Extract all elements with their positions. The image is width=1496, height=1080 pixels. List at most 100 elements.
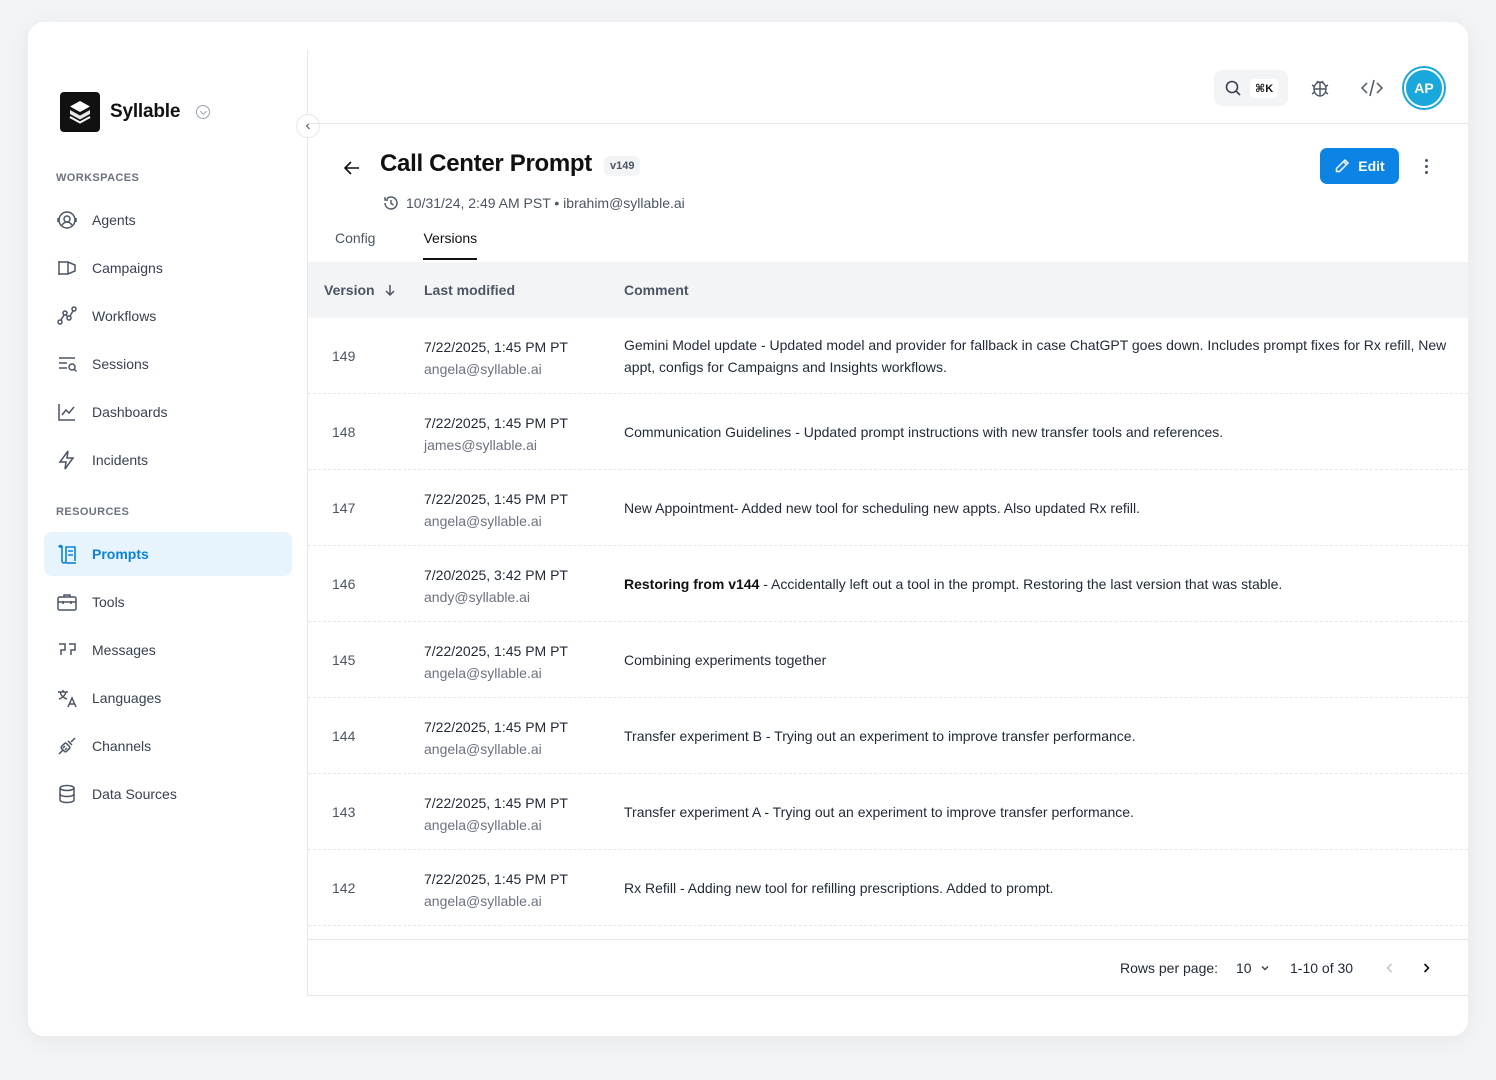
avatar[interactable]: AP xyxy=(1404,68,1444,108)
sidebar-item-label: Workflows xyxy=(92,308,157,324)
last-modified-cell: 7/22/2025, 1:45 PM PT angela@syllable.ai xyxy=(424,336,568,380)
edit-button[interactable]: Edit xyxy=(1320,148,1399,184)
modified-by-email: andy@syllable.ai xyxy=(424,589,531,605)
version-cell: 149 xyxy=(332,348,356,364)
plug-icon xyxy=(56,735,78,757)
modified-by-email: angela@syllable.ai xyxy=(424,361,542,377)
sidebar-item-incidents[interactable]: Incidents xyxy=(44,438,292,482)
comment-text: New Appointment- Added new tool for sche… xyxy=(624,500,1140,516)
modified-date: 7/22/2025, 1:45 PM PT xyxy=(424,643,568,659)
table-row[interactable]: 149 7/22/2025, 1:45 PM PT angela@syllable.… xyxy=(308,318,1468,394)
resources-label: RESOURCES xyxy=(56,506,130,518)
previous-page-button[interactable] xyxy=(1378,956,1402,980)
sidebar-item-campaigns[interactable]: Campaigns xyxy=(44,246,292,290)
version-cell: 144 xyxy=(332,728,356,744)
sidebar-item-workflows[interactable]: Workflows xyxy=(44,294,292,338)
comment-text: Combining experiments together xyxy=(624,652,827,668)
edit-label: Edit xyxy=(1358,158,1385,174)
table-row[interactable]: 148 7/22/2025, 1:45 PM PT james@syllable.a… xyxy=(308,394,1468,470)
column-header-version[interactable]: Version xyxy=(324,282,397,298)
chevron-left-icon xyxy=(1386,963,1393,973)
more-options-icon[interactable] xyxy=(1414,154,1438,178)
rows-per-page-value: 10 xyxy=(1236,960,1252,976)
comment-cell: New Appointment- Added new tool for sche… xyxy=(624,470,1454,546)
search-icon xyxy=(1225,80,1241,96)
sidebar-item-sessions[interactable]: Sessions xyxy=(44,342,292,386)
last-modified-cell: 7/20/2025, 3:42 PM PT andy@syllable.ai xyxy=(424,564,568,608)
comment-text: Communication Guidelines - Updated promp… xyxy=(624,424,1224,440)
comment-bold-text: Restoring from v144 xyxy=(624,576,764,592)
comment-cell: Transfer experiment B - Trying out an ex… xyxy=(624,698,1454,774)
brand[interactable]: Syllable xyxy=(60,92,211,132)
search-button[interactable]: ⌘K xyxy=(1214,70,1288,106)
comment-text: - Accidentally left out a tool in the pr… xyxy=(763,576,1283,592)
column-header-last-modified[interactable]: Last modified xyxy=(424,282,515,298)
pagination-bar: Rows per page: 10 1-10 of 30 xyxy=(308,939,1468,996)
chevron-down-icon[interactable] xyxy=(196,105,211,119)
sidebar-item-label: Agents xyxy=(92,212,136,228)
sidebar-item-languages[interactable]: Languages xyxy=(44,676,292,720)
quote-icon xyxy=(56,639,78,661)
modified-by-email: angela@syllable.ai xyxy=(424,513,542,529)
comment-text: Gemini Model update - Updated model and … xyxy=(624,337,1447,375)
comment-text: Rx Refill - Adding new tool for refillin… xyxy=(624,880,1054,896)
modified-date: 7/22/2025, 1:45 PM PT xyxy=(424,491,568,507)
syllable-logo-icon xyxy=(60,92,100,132)
table-row[interactable]: 143 7/22/2025, 1:45 PM PT angela@syllable.… xyxy=(308,774,1468,850)
modified-by-email: james@syllable.ai xyxy=(424,437,538,453)
tab-versions[interactable]: Versions xyxy=(423,224,478,260)
sidebar-item-agents[interactable]: Agents xyxy=(44,198,292,242)
modified-date: 7/22/2025, 1:45 PM PT xyxy=(424,339,568,355)
version-cell: 142 xyxy=(332,880,356,896)
agents-icon xyxy=(56,209,78,231)
sessions-icon xyxy=(56,353,78,375)
bug-icon[interactable] xyxy=(1308,76,1332,100)
column-header-comment[interactable]: Comment xyxy=(624,282,689,298)
comment-cell: Transfer experiment A - Trying out an ex… xyxy=(624,774,1454,850)
comment-cell: Restoring from v144 - Accidentally left … xyxy=(624,546,1454,622)
back-button[interactable] xyxy=(340,156,364,180)
table-row[interactable]: 147 7/22/2025, 1:45 PM PT angela@syllable.… xyxy=(308,470,1468,546)
tab-bar: Config Versions xyxy=(335,224,478,260)
sidebar-item-prompts[interactable]: Prompts xyxy=(44,532,292,576)
pagination-range: 1-10 of 30 xyxy=(1290,960,1354,976)
sidebar-item-data-sources[interactable]: Data Sources xyxy=(44,772,292,816)
last-modified-cell: 7/22/2025, 1:45 PM PT angela@syllable.ai xyxy=(424,488,568,532)
scroll-icon xyxy=(56,543,78,565)
sidebar-item-channels[interactable]: Channels xyxy=(44,724,292,768)
sidebar-item-label: Data Sources xyxy=(92,786,177,802)
bolt-icon xyxy=(56,449,78,471)
comment-cell: Communication Guidelines - Updated promp… xyxy=(624,394,1454,470)
app-window: Syllable WORKSPACES Agents Campaigns Wor… xyxy=(28,22,1468,1036)
next-page-button[interactable] xyxy=(1414,956,1438,980)
rows-per-page-select[interactable]: 10 xyxy=(1236,960,1270,976)
table-row[interactable]: 146 7/20/2025, 3:42 PM PT andy@syllable.ai… xyxy=(308,546,1468,622)
comment-cell: Rx Refill - Adding new tool for refillin… xyxy=(624,850,1454,926)
table-row[interactable]: 144 7/22/2025, 1:45 PM PT angela@syllable.… xyxy=(308,698,1468,774)
table-row[interactable]: 142 7/22/2025, 1:45 PM PT angela@syllable.… xyxy=(308,850,1468,926)
main-content: ⌘K AP Call Center Prompt v149 10/31/24, … xyxy=(308,22,1468,1036)
toolbox-icon xyxy=(56,591,78,613)
brand-name: Syllable xyxy=(110,101,181,122)
modified-date: 7/22/2025, 1:45 PM PT xyxy=(424,415,568,431)
comment-text: Transfer experiment B - Trying out an ex… xyxy=(624,728,1136,744)
sidebar: Syllable WORKSPACES Agents Campaigns Wor… xyxy=(28,22,308,1036)
version-cell: 145 xyxy=(332,652,356,668)
version-cell: 146 xyxy=(332,576,356,592)
version-cell: 148 xyxy=(332,424,356,440)
sidebar-item-tools[interactable]: Tools xyxy=(44,580,292,624)
tab-config[interactable]: Config xyxy=(335,224,375,260)
version-badge: v149 xyxy=(604,156,641,176)
search-shortcut: ⌘K xyxy=(1250,78,1279,98)
modified-date: 7/20/2025, 3:42 PM PT xyxy=(424,567,568,583)
workspaces-label: WORKSPACES xyxy=(56,172,140,184)
modified-by-email: angela@syllable.ai xyxy=(424,817,542,833)
pencil-icon xyxy=(1336,158,1350,173)
column-label: Version xyxy=(324,282,375,298)
chevron-down-icon xyxy=(1261,966,1269,971)
sidebar-item-dashboards[interactable]: Dashboards xyxy=(44,390,292,434)
code-icon[interactable] xyxy=(1360,76,1384,100)
table-row[interactable]: 145 7/22/2025, 1:45 PM PT angela@syllable.… xyxy=(308,622,1468,698)
arrow-left-icon xyxy=(343,161,359,175)
sidebar-item-messages[interactable]: Messages xyxy=(44,628,292,672)
